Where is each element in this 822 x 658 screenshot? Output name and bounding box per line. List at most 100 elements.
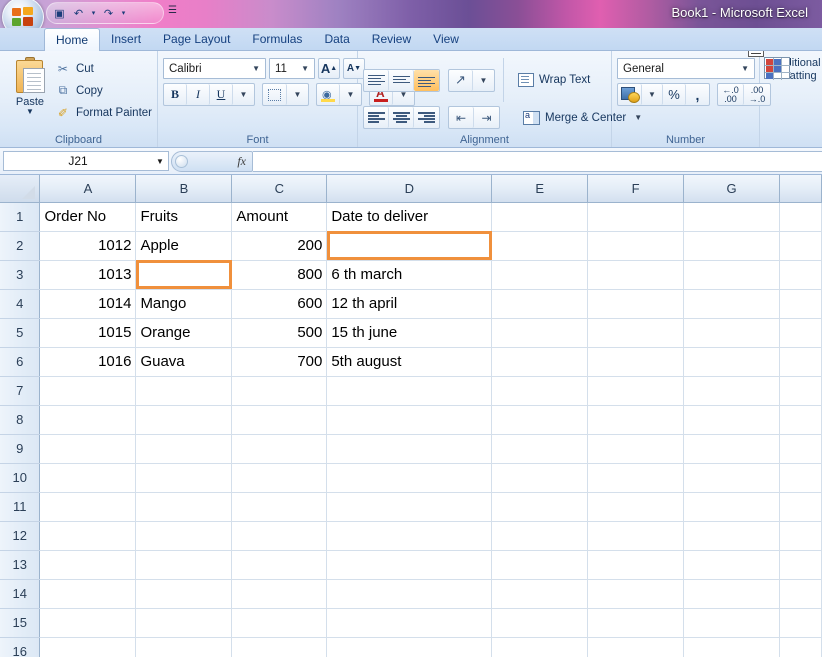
cell-A11[interactable]: [39, 492, 137, 522]
cell-D11[interactable]: [326, 492, 493, 522]
cell-x3[interactable]: [779, 260, 822, 290]
cell-x7[interactable]: [779, 376, 822, 406]
cell-C8[interactable]: [231, 405, 328, 435]
cell-F2[interactable]: [587, 231, 685, 261]
formula-input[interactable]: [253, 150, 822, 172]
tab-page-layout[interactable]: Page Layout: [152, 28, 241, 50]
tab-formulas[interactable]: Formulas: [241, 28, 313, 50]
cell-E15[interactable]: [491, 608, 589, 638]
cell-C14[interactable]: [231, 579, 328, 609]
cell-A8[interactable]: [39, 405, 137, 435]
increase-decimal-button[interactable]: ←.0.00: [718, 84, 744, 105]
office-button[interactable]: [2, 0, 44, 28]
align-left-button[interactable]: [364, 107, 389, 128]
cell-F1[interactable]: [587, 202, 685, 232]
cut-button[interactable]: ✂ Cut: [55, 59, 152, 78]
cell-G13[interactable]: [683, 550, 780, 580]
tab-home[interactable]: Home: [44, 28, 101, 51]
cell-D13[interactable]: [326, 550, 493, 580]
cell-D10[interactable]: [326, 463, 493, 493]
accounting-format-button[interactable]: [618, 84, 642, 105]
cell-E12[interactable]: [491, 521, 589, 551]
orientation-dropdown[interactable]: ▼: [473, 70, 494, 91]
cell-A15[interactable]: [39, 608, 137, 638]
increase-indent-button[interactable]: ⇥: [474, 107, 499, 128]
underline-dropdown[interactable]: ▼: [233, 84, 254, 105]
cell-G1[interactable]: [683, 202, 780, 232]
chevron-down-icon[interactable]: ▼: [738, 64, 752, 73]
cell-A3[interactable]: 1013: [39, 260, 137, 290]
cell-E5[interactable]: [491, 318, 589, 348]
column-header-f[interactable]: F: [587, 175, 685, 203]
cell-E9[interactable]: [491, 434, 589, 464]
cell-E8[interactable]: [491, 405, 589, 435]
cell-G3[interactable]: [683, 260, 780, 290]
cell-B8[interactable]: [135, 405, 233, 435]
italic-button[interactable]: I: [187, 84, 210, 105]
cell-E14[interactable]: [491, 579, 589, 609]
percent-style-button[interactable]: %: [663, 84, 686, 105]
cell-G2[interactable]: [683, 231, 780, 261]
cell-C2[interactable]: 200: [231, 231, 328, 261]
row-header-13[interactable]: 13: [0, 550, 41, 580]
name-box[interactable]: J21 ▼: [3, 151, 169, 171]
cell-C5[interactable]: 500: [231, 318, 328, 348]
undo-dropdown-icon[interactable]: ▾: [89, 5, 98, 22]
cell-x16[interactable]: [779, 637, 822, 657]
cell-C3[interactable]: 800: [231, 260, 328, 290]
cell-D15[interactable]: [326, 608, 493, 638]
cell-C4[interactable]: 600: [231, 289, 328, 319]
chevron-down-icon[interactable]: ▼: [298, 64, 312, 73]
cell-G10[interactable]: [683, 463, 780, 493]
cell-x4[interactable]: [779, 289, 822, 319]
cell-C15[interactable]: [231, 608, 328, 638]
cell-F9[interactable]: [587, 434, 685, 464]
redo-dropdown-icon[interactable]: ▾: [119, 5, 128, 22]
column-header-c[interactable]: C: [231, 175, 328, 203]
save-icon[interactable]: ▣: [51, 5, 68, 22]
cell-D9[interactable]: [326, 434, 493, 464]
cell-G9[interactable]: [683, 434, 780, 464]
row-header-1[interactable]: 1: [0, 202, 41, 232]
select-all-button[interactable]: [0, 175, 41, 203]
cell-B13[interactable]: [135, 550, 233, 580]
cell-B5[interactable]: Orange: [135, 318, 233, 348]
cell-F3[interactable]: [587, 260, 685, 290]
tab-review[interactable]: Review: [361, 28, 422, 50]
cell-G8[interactable]: [683, 405, 780, 435]
cell-x10[interactable]: [779, 463, 822, 493]
row-header-9[interactable]: 9: [0, 434, 41, 464]
cell-B3[interactable]: [135, 260, 233, 290]
cell-D12[interactable]: [326, 521, 493, 551]
cell-B15[interactable]: [135, 608, 233, 638]
row-header-14[interactable]: 14: [0, 579, 41, 609]
cell-B11[interactable]: [135, 492, 233, 522]
cell-G5[interactable]: [683, 318, 780, 348]
conditional-formatting-button[interactable]: Conditional Formatting ▼: [748, 51, 822, 83]
cell-B2[interactable]: Apple: [135, 231, 233, 261]
cell-B6[interactable]: Guava: [135, 347, 233, 377]
cell-x1[interactable]: [779, 202, 822, 232]
cell-F7[interactable]: [587, 376, 685, 406]
cell-x9[interactable]: [779, 434, 822, 464]
cell-D8[interactable]: [326, 405, 493, 435]
cell-G15[interactable]: [683, 608, 780, 638]
cell-F5[interactable]: [587, 318, 685, 348]
cell-A1[interactable]: Order No: [39, 202, 137, 232]
font-family-combo[interactable]: Calibri ▼: [163, 58, 266, 79]
comma-style-button[interactable]: ,: [686, 84, 709, 105]
row-header-2[interactable]: 2: [0, 231, 41, 261]
orientation-button[interactable]: ↗: [449, 69, 473, 91]
row-header-10[interactable]: 10: [0, 463, 41, 493]
cell-G7[interactable]: [683, 376, 780, 406]
cell-F12[interactable]: [587, 521, 685, 551]
row-header-12[interactable]: 12: [0, 521, 41, 551]
cell-F15[interactable]: [587, 608, 685, 638]
cell-D1[interactable]: Date to deliver: [326, 202, 493, 232]
cell-E16[interactable]: [491, 637, 589, 657]
underline-button[interactable]: U: [210, 84, 233, 105]
cell-B4[interactable]: Mango: [135, 289, 233, 319]
cell-D2[interactable]: [326, 231, 493, 261]
column-header-a[interactable]: A: [39, 175, 137, 203]
row-header-15[interactable]: 15: [0, 608, 41, 638]
